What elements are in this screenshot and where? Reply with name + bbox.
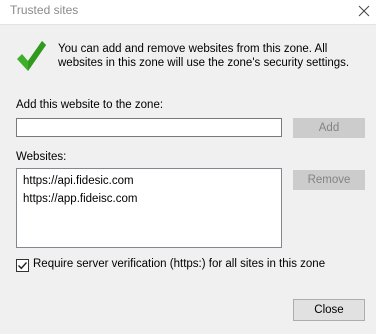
add-website-input[interactable] [16, 118, 282, 137]
checkmark-icon [15, 38, 47, 74]
websites-list[interactable]: https://api.fidesic.com https://app.fide… [16, 168, 282, 248]
title-bar: Trusted sites [0, 0, 376, 24]
websites-label: Websites: [16, 151, 67, 163]
trusted-sites-dialog: Trusted sites You can add and remove web… [0, 0, 376, 334]
window-title: Trusted sites [10, 3, 79, 17]
close-button[interactable]: Close [293, 299, 365, 321]
checkmark-small-icon [18, 262, 28, 270]
require-https-checkbox[interactable] [16, 259, 29, 272]
add-button[interactable]: Add [293, 118, 365, 138]
require-https-label: Require server verification (https:) for… [33, 258, 326, 270]
close-icon[interactable] [352, 0, 376, 22]
remove-button[interactable]: Remove [293, 170, 365, 190]
intro-description: You can add and remove websites from thi… [58, 43, 350, 69]
list-item[interactable]: https://app.fideisc.com [23, 190, 275, 208]
list-item[interactable]: https://api.fidesic.com [23, 172, 275, 190]
add-website-label: Add this website to the zone: [16, 99, 164, 111]
